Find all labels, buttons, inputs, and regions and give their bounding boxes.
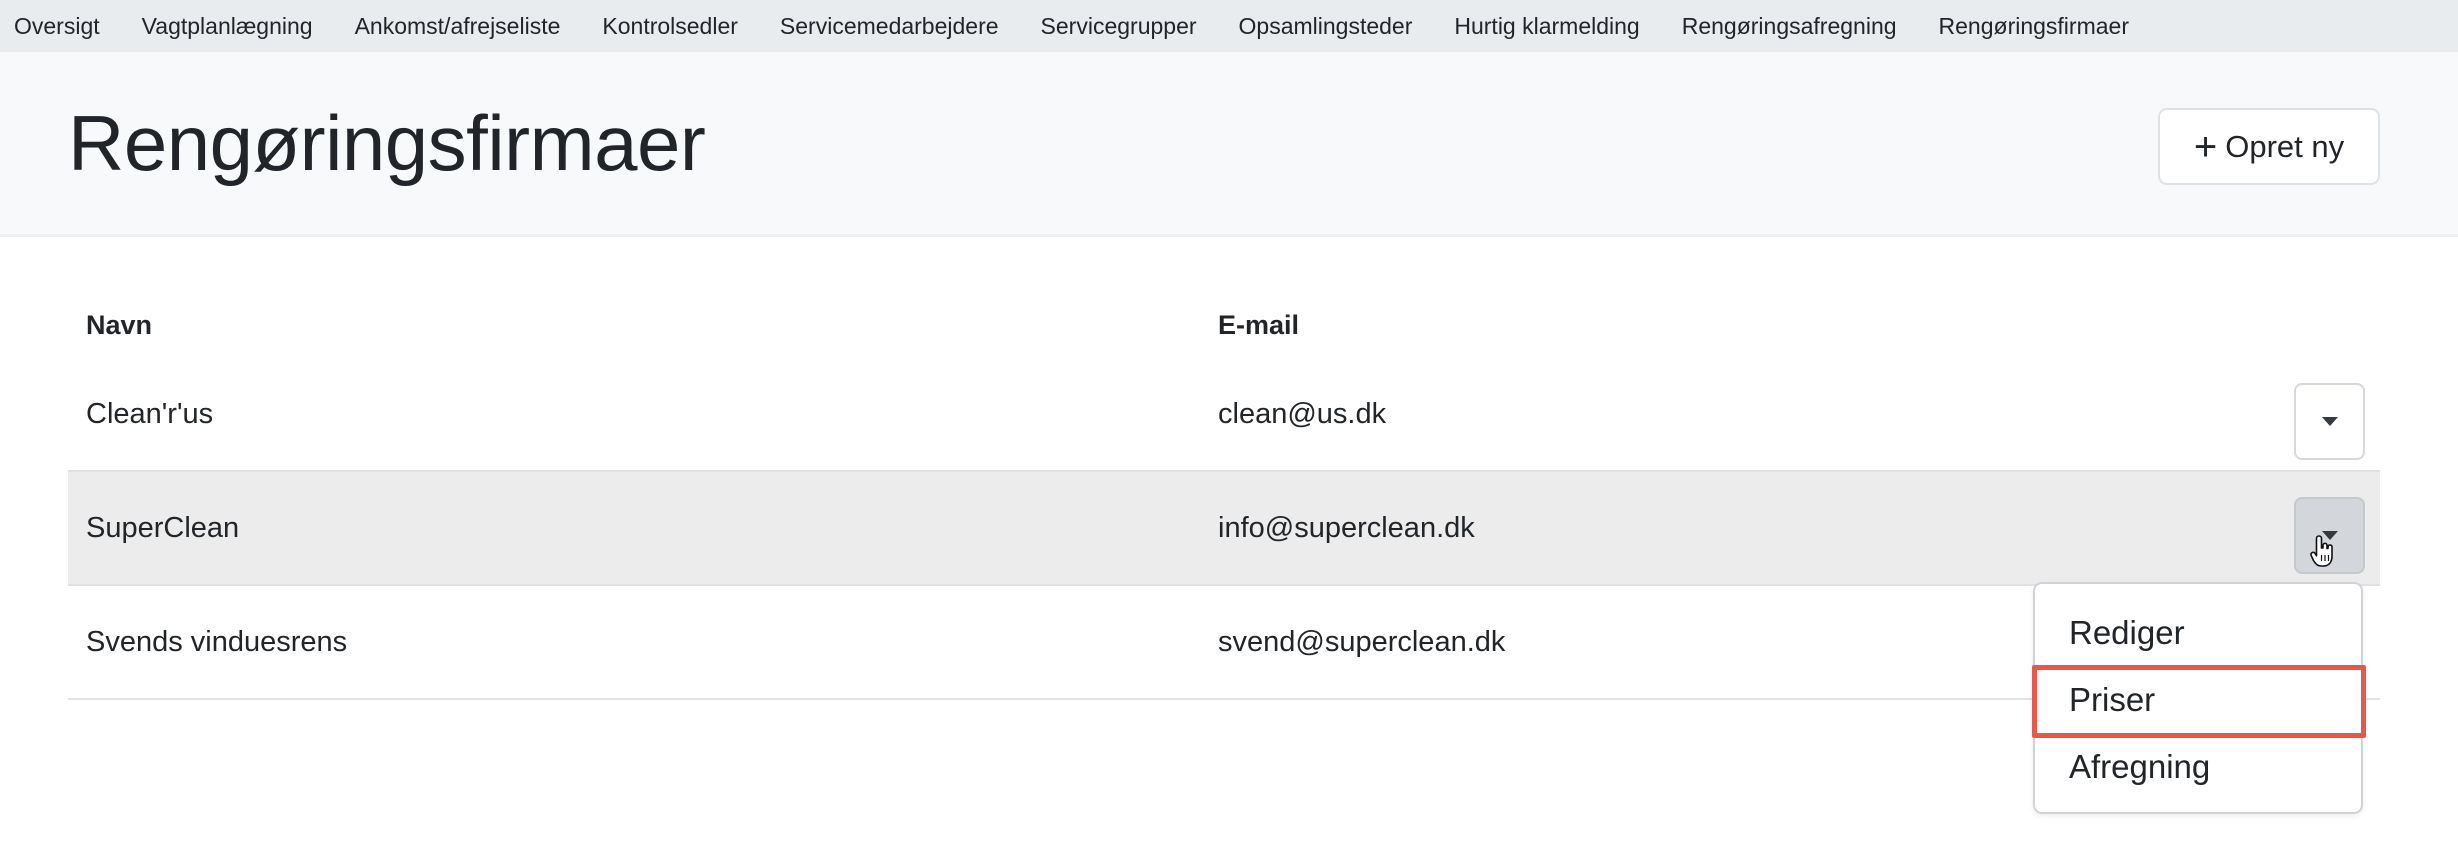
menu-item-afregning[interactable]: Afregning <box>2069 748 2210 786</box>
create-new-button[interactable]: + Opret ny <box>2158 108 2380 185</box>
menu-item-rediger[interactable]: Rediger <box>2069 614 2185 652</box>
nav-item-opsamlingsteder[interactable]: Opsamlingsteder <box>1239 0 1413 52</box>
nav-item-rengoeringsfirmaer[interactable]: Rengøringsfirmaer <box>1939 0 2129 52</box>
hand-cursor-icon <box>2310 535 2333 567</box>
company-email: svend@superclean.dk <box>1218 626 1506 658</box>
company-name: SuperClean <box>86 512 240 544</box>
company-email: clean@us.dk <box>1218 398 1387 430</box>
column-header-name: Navn <box>86 310 153 340</box>
page-title: Rengøringsfirmaer <box>68 99 706 187</box>
nav-item-vagtplanlaegning[interactable]: Vagtplanlægning <box>142 0 313 52</box>
column-header-email: E-mail <box>1218 310 1300 340</box>
nav-item-oversigt[interactable]: Oversigt <box>14 0 100 52</box>
nav-item-servicemedarbejdere[interactable]: Servicemedarbejdere <box>780 0 999 52</box>
nav-item-hurtig-klarmelding[interactable]: Hurtig klarmelding <box>1454 0 1639 52</box>
create-new-label: Opret ny <box>2225 128 2345 164</box>
nav-item-kontrolsedler[interactable]: Kontrolsedler <box>602 0 738 52</box>
caret-down-icon <box>2321 417 2338 426</box>
row-actions-dropdown-button[interactable] <box>2294 383 2365 460</box>
plus-icon: + <box>2193 124 2218 169</box>
highlight-annotation <box>2032 665 2366 738</box>
page-header: Rengøringsfirmaer + Opret ny <box>0 52 2458 237</box>
table-row: Clean'r'us clean@us.dk <box>68 358 2380 472</box>
nav-item-servicegrupper[interactable]: Servicegrupper <box>1041 0 1197 52</box>
top-navigation: Oversigt Vagtplanlægning Ankomst/afrejse… <box>0 0 2458 52</box>
company-name: Svends vinduesrens <box>86 626 348 658</box>
table-row: SuperClean info@superclean.dk <box>68 472 2380 586</box>
company-email: info@superclean.dk <box>1218 512 1475 544</box>
nav-item-ankomst-afrejseliste[interactable]: Ankomst/afrejseliste <box>355 0 561 52</box>
nav-item-rengoeringsafregning[interactable]: Rengøringsafregning <box>1682 0 1897 52</box>
company-name: Clean'r'us <box>86 398 214 430</box>
